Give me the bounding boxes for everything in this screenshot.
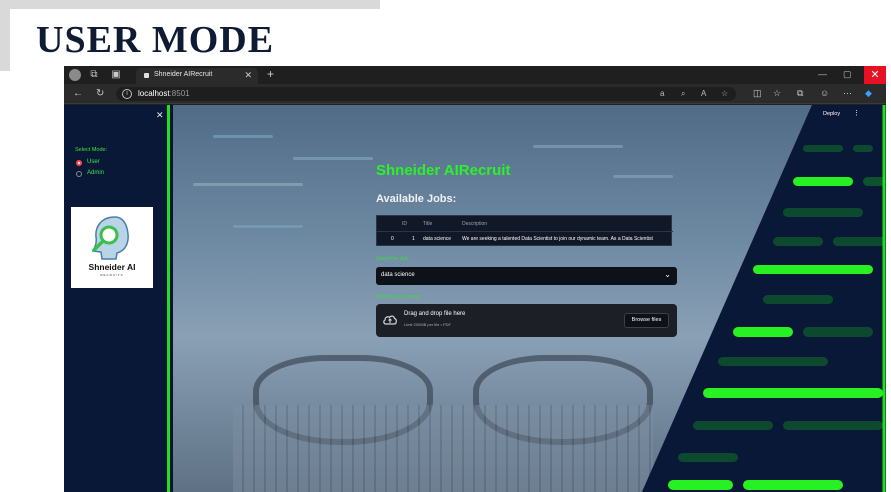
dropzone-title: Drag and drop file here — [404, 311, 466, 317]
maximize-icon[interactable]: ▢ — [843, 69, 852, 80]
zoom-icon[interactable]: ⌕ — [681, 89, 685, 99]
table-cell-description[interactable]: We are seeking a talented Data Scientist… — [462, 236, 672, 242]
resume-dropzone[interactable]: Drag and drop file here Limit 200MB per … — [376, 304, 677, 337]
upload-resume-label: Upload your resume — [376, 294, 422, 300]
slide-title: USER MODE — [36, 19, 275, 61]
tab-close-icon[interactable]: ✕ — [244, 70, 252, 81]
window-close-icon[interactable]: ✕ — [864, 66, 886, 84]
table-header-description[interactable]: Description — [462, 221, 487, 227]
available-jobs-heading: Available Jobs: — [376, 193, 457, 205]
head-magnifier-icon — [91, 216, 129, 260]
job-select-value: data science — [381, 272, 415, 278]
diagonal-panel — [642, 105, 886, 492]
copilot-icon[interactable]: ◆ — [865, 88, 872, 99]
url-field[interactable]: i localhost:8501 a ⌕ A ☆ — [116, 87, 736, 101]
chevron-down-icon: ⌄ — [664, 270, 671, 279]
table-cell-title[interactable]: data science — [423, 236, 451, 242]
read-aloud-icon[interactable]: A — [701, 89, 706, 98]
back-icon[interactable]: ← — [73, 88, 83, 99]
sidebar-close-icon[interactable]: ✕ — [156, 110, 164, 121]
workspaces-icon[interactable]: ⧉ — [88, 69, 100, 81]
tab-bar: ⧉ ▣ Shneider AIRecruit ✕ + — ▢ ✕ — [64, 66, 886, 84]
jobs-table[interactable]: ID Title Description 0 1 data science We… — [376, 215, 673, 246]
cloud-upload-icon — [383, 315, 397, 325]
logo: Shneider AI RECRUITS — [71, 207, 153, 288]
url-text: localhost:8501 — [138, 89, 190, 98]
new-tab-icon[interactable]: + — [267, 67, 274, 81]
tab-actions-icon[interactable]: ▣ — [110, 69, 122, 81]
favorites-icon[interactable]: ☆ — [773, 88, 781, 99]
radio-admin-label: Admin — [87, 170, 105, 176]
page-viewport: ✕ Select Mode: User Admin Shneider AI RE… — [64, 105, 886, 492]
deploy-button[interactable]: Deploy — [823, 111, 840, 117]
tab-active[interactable]: Shneider AIRecruit ✕ — [136, 68, 258, 84]
radio-dot — [76, 171, 82, 177]
slide-header-band — [0, 0, 380, 9]
browser-window: ⧉ ▣ Shneider AIRecruit ✕ + — ▢ ✕ ← ↻ i l… — [64, 66, 886, 492]
table-header-id[interactable]: ID — [402, 221, 407, 227]
radio-admin[interactable]: Admin — [76, 170, 136, 179]
table-header-title[interactable]: Title — [423, 221, 432, 227]
split-screen-icon[interactable]: ◫ — [753, 88, 762, 99]
table-cell-index: 0 — [391, 236, 394, 242]
more-icon[interactable]: ⋯ — [843, 88, 852, 99]
select-job-label: Select the Job: — [376, 256, 410, 262]
job-select[interactable]: data science ⌄ — [376, 267, 677, 285]
collections-icon[interactable]: ⧉ — [797, 88, 803, 99]
favorite-star-icon[interactable]: ☆ — [721, 89, 728, 98]
url-host: localhost — [138, 89, 170, 98]
main-content: Deploy ⋮ Shneider AIRecruit Available Jo… — [173, 105, 886, 492]
main-menu-icon[interactable]: ⋮ — [853, 109, 860, 117]
profile-avatar-icon[interactable] — [69, 69, 81, 81]
minimize-icon[interactable]: — — [818, 69, 827, 79]
radio-user-label: User — [87, 159, 100, 165]
translate-icon[interactable]: a — [660, 89, 664, 98]
table-cell-id[interactable]: 1 — [412, 236, 415, 242]
app-title: Shneider AIRecruit — [376, 162, 511, 179]
sidebar: ✕ Select Mode: User Admin Shneider AI RE… — [64, 105, 170, 492]
url-port: :8501 — [169, 89, 190, 98]
site-info-icon[interactable]: i — [122, 89, 132, 99]
logo-text: Shneider AI — [88, 262, 136, 272]
slide-header-band-left — [0, 9, 10, 71]
tab-favicon-icon — [144, 73, 149, 78]
extensions-icon[interactable]: ☺ — [820, 88, 829, 98]
address-bar: ← ↻ i localhost:8501 a ⌕ A ☆ ◫ ☆ ⧉ ☺ ⋯ ◆ — [64, 84, 886, 104]
refresh-icon[interactable]: ↻ — [96, 88, 104, 99]
tab-title: Shneider AIRecruit — [154, 71, 213, 78]
dropzone-limit-text: Limit 200MB per file • PDF — [404, 322, 451, 327]
select-mode-label: Select Mode: — [75, 147, 108, 153]
browse-files-button[interactable]: Browse files — [624, 313, 669, 328]
radio-dot-selected — [76, 160, 82, 166]
table-row-divider — [377, 231, 673, 232]
slide: USER MODE ⧉ ▣ Shneider AIRecruit ✕ + — ▢… — [0, 0, 891, 492]
radio-user[interactable]: User — [76, 159, 136, 168]
logo-subtext: RECRUITS — [100, 273, 124, 277]
